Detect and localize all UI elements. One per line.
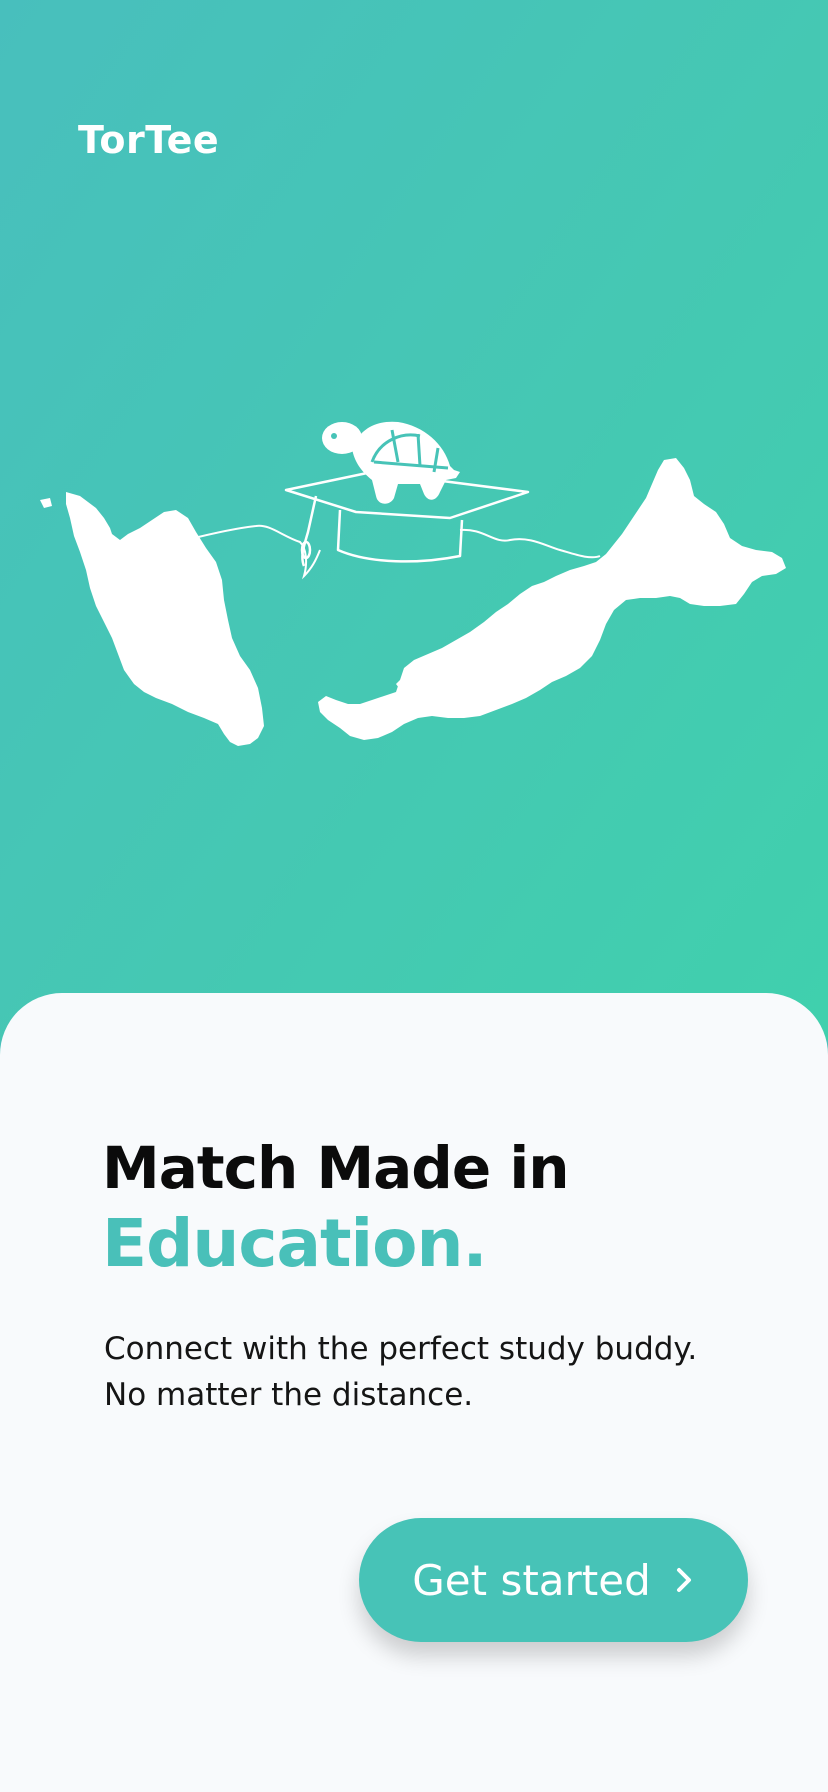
connecting-string-line bbox=[185, 524, 601, 580]
malaysia-map-illustration bbox=[40, 421, 786, 746]
subtitle-text: Connect with the perfect study buddy. No… bbox=[104, 1326, 697, 1418]
chevron-right-icon bbox=[676, 1568, 691, 1592]
hero-banner: TorTee bbox=[0, 0, 828, 1040]
get-started-button[interactable]: Get started bbox=[359, 1518, 748, 1642]
headline-line-2: Education. bbox=[102, 1205, 488, 1282]
brand-logo-text: TorTee bbox=[78, 118, 220, 162]
headline-line-1: Match Made in bbox=[102, 1134, 570, 1202]
subtitle-line-1: Connect with the perfect study buddy. bbox=[104, 1331, 698, 1367]
page-title: Match Made in Education. bbox=[102, 1130, 570, 1282]
subtitle-line-2: No matter the distance. bbox=[104, 1377, 474, 1413]
get-started-label: Get started bbox=[412, 1555, 651, 1605]
graduation-cap-shape bbox=[284, 470, 530, 567]
